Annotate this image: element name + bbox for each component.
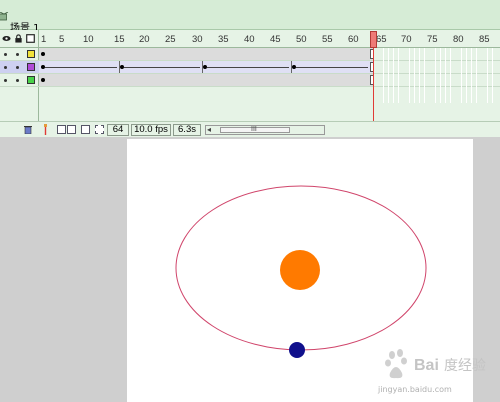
frame-span[interactable] xyxy=(39,48,374,60)
ruler-label: 75 xyxy=(427,34,438,45)
tween-arrow xyxy=(296,67,368,68)
ruler-label: 20 xyxy=(139,34,150,45)
ruler-label: 50 xyxy=(296,34,307,45)
current-frame: 64 xyxy=(107,124,129,136)
keyframe[interactable] xyxy=(41,65,45,69)
keyframe[interactable] xyxy=(292,65,296,69)
keyframe[interactable] xyxy=(41,78,45,82)
lock-dot[interactable] xyxy=(16,53,19,56)
scene-icon xyxy=(0,12,9,21)
timeline-scrollbar[interactable]: ◂ III xyxy=(205,125,325,135)
lock-dot[interactable] xyxy=(16,79,19,82)
keyframe[interactable] xyxy=(41,52,45,56)
ruler-label: 30 xyxy=(192,34,203,45)
grid-line xyxy=(450,48,451,103)
grid-line xyxy=(419,48,420,103)
eye-icon[interactable] xyxy=(2,34,11,43)
grid-line xyxy=(492,48,493,103)
tween-arrow xyxy=(45,67,117,68)
watermark-url: jingyan.baidu.com xyxy=(378,385,452,394)
ruler-label: 85 xyxy=(479,34,490,45)
grid-line xyxy=(476,48,477,103)
scene-bar: 场景 1 xyxy=(0,0,500,34)
keyframe[interactable] xyxy=(120,65,124,69)
modify-markers-icon[interactable] xyxy=(95,125,104,134)
frame-rate: 10.0 fps xyxy=(131,124,171,136)
grid-line xyxy=(461,48,462,103)
grid-line xyxy=(414,48,415,103)
lock-dot[interactable] xyxy=(16,66,19,69)
visibility-dot[interactable] xyxy=(4,66,7,69)
ruler-label: 10 xyxy=(83,34,94,45)
ruler-label: 45 xyxy=(270,34,281,45)
visibility-dot[interactable] xyxy=(4,79,7,82)
scroll-grip: III xyxy=(251,126,257,133)
planet-circle[interactable] xyxy=(289,342,305,358)
grid-line xyxy=(393,48,394,103)
grid-line xyxy=(424,48,425,103)
lock-icon[interactable] xyxy=(14,34,23,43)
elapsed-time: 6.3s xyxy=(173,124,201,136)
frames-area[interactable]: 1 5 10 15 20 25 30 35 40 45 50 55 60 65 … xyxy=(39,30,500,121)
grid-line xyxy=(383,48,384,103)
visibility-dot[interactable] xyxy=(4,53,7,56)
layer-row-1[interactable] xyxy=(0,48,39,61)
grid-line xyxy=(398,48,399,103)
frame-span[interactable] xyxy=(39,74,374,86)
ruler-label: 15 xyxy=(114,34,125,45)
ruler-label: 1 xyxy=(41,34,47,45)
layer-row-3[interactable] xyxy=(0,74,39,87)
tween-arrow xyxy=(124,67,200,68)
layer-row-2[interactable] xyxy=(0,61,39,74)
scroll-left-icon[interactable]: ◂ xyxy=(207,126,211,134)
ruler-label: 55 xyxy=(322,34,333,45)
ruler-label: 35 xyxy=(218,34,229,45)
tween-arrow xyxy=(207,67,289,68)
outline-color-box[interactable] xyxy=(27,76,35,84)
grid-line xyxy=(388,48,389,103)
outline-color-box[interactable] xyxy=(27,50,35,58)
ruler-label: 60 xyxy=(348,34,359,45)
ruler-label: 5 xyxy=(59,34,65,45)
svg-text:度经验: 度经验 xyxy=(444,358,486,374)
sun-circle[interactable] xyxy=(280,250,320,290)
outline-color-box[interactable] xyxy=(27,63,35,71)
onion-skin-icon[interactable] xyxy=(57,125,66,134)
layer-header xyxy=(0,30,39,48)
grid-line xyxy=(440,48,441,103)
keyframe[interactable] xyxy=(203,65,207,69)
grid-line xyxy=(445,48,446,103)
playhead[interactable] xyxy=(370,31,377,48)
center-frame-icon[interactable] xyxy=(44,124,47,135)
ruler-label: 40 xyxy=(244,34,255,45)
empty-frame-grid[interactable] xyxy=(379,48,500,103)
trash-icon[interactable] xyxy=(24,125,32,134)
ruler-label: 70 xyxy=(401,34,412,45)
ruler-label: 65 xyxy=(376,34,387,45)
edit-multiple-icon[interactable] xyxy=(81,125,90,134)
svg-text:Bai: Bai xyxy=(414,357,439,374)
frame-ruler[interactable]: 1 5 10 15 20 25 30 35 40 45 50 55 60 65 … xyxy=(39,30,500,48)
grid-line xyxy=(435,48,436,103)
grid-line xyxy=(471,48,472,103)
grid-line xyxy=(487,48,488,103)
outline-icon[interactable] xyxy=(26,34,35,43)
timeline-panel: 1 5 10 15 20 25 30 35 40 45 50 55 60 65 … xyxy=(0,30,500,137)
onion-outline-icon[interactable] xyxy=(67,125,76,134)
grid-line xyxy=(409,48,410,103)
grid-line xyxy=(466,48,467,103)
scroll-thumb[interactable]: III xyxy=(220,126,290,133)
ruler-label: 25 xyxy=(165,34,176,45)
timeline-footer: 64 10.0 fps 6.3s ◂ III xyxy=(0,121,500,137)
ruler-label: 80 xyxy=(453,34,464,45)
scene-tab[interactable]: 场景 1 xyxy=(0,7,44,34)
playhead-line xyxy=(373,48,374,121)
